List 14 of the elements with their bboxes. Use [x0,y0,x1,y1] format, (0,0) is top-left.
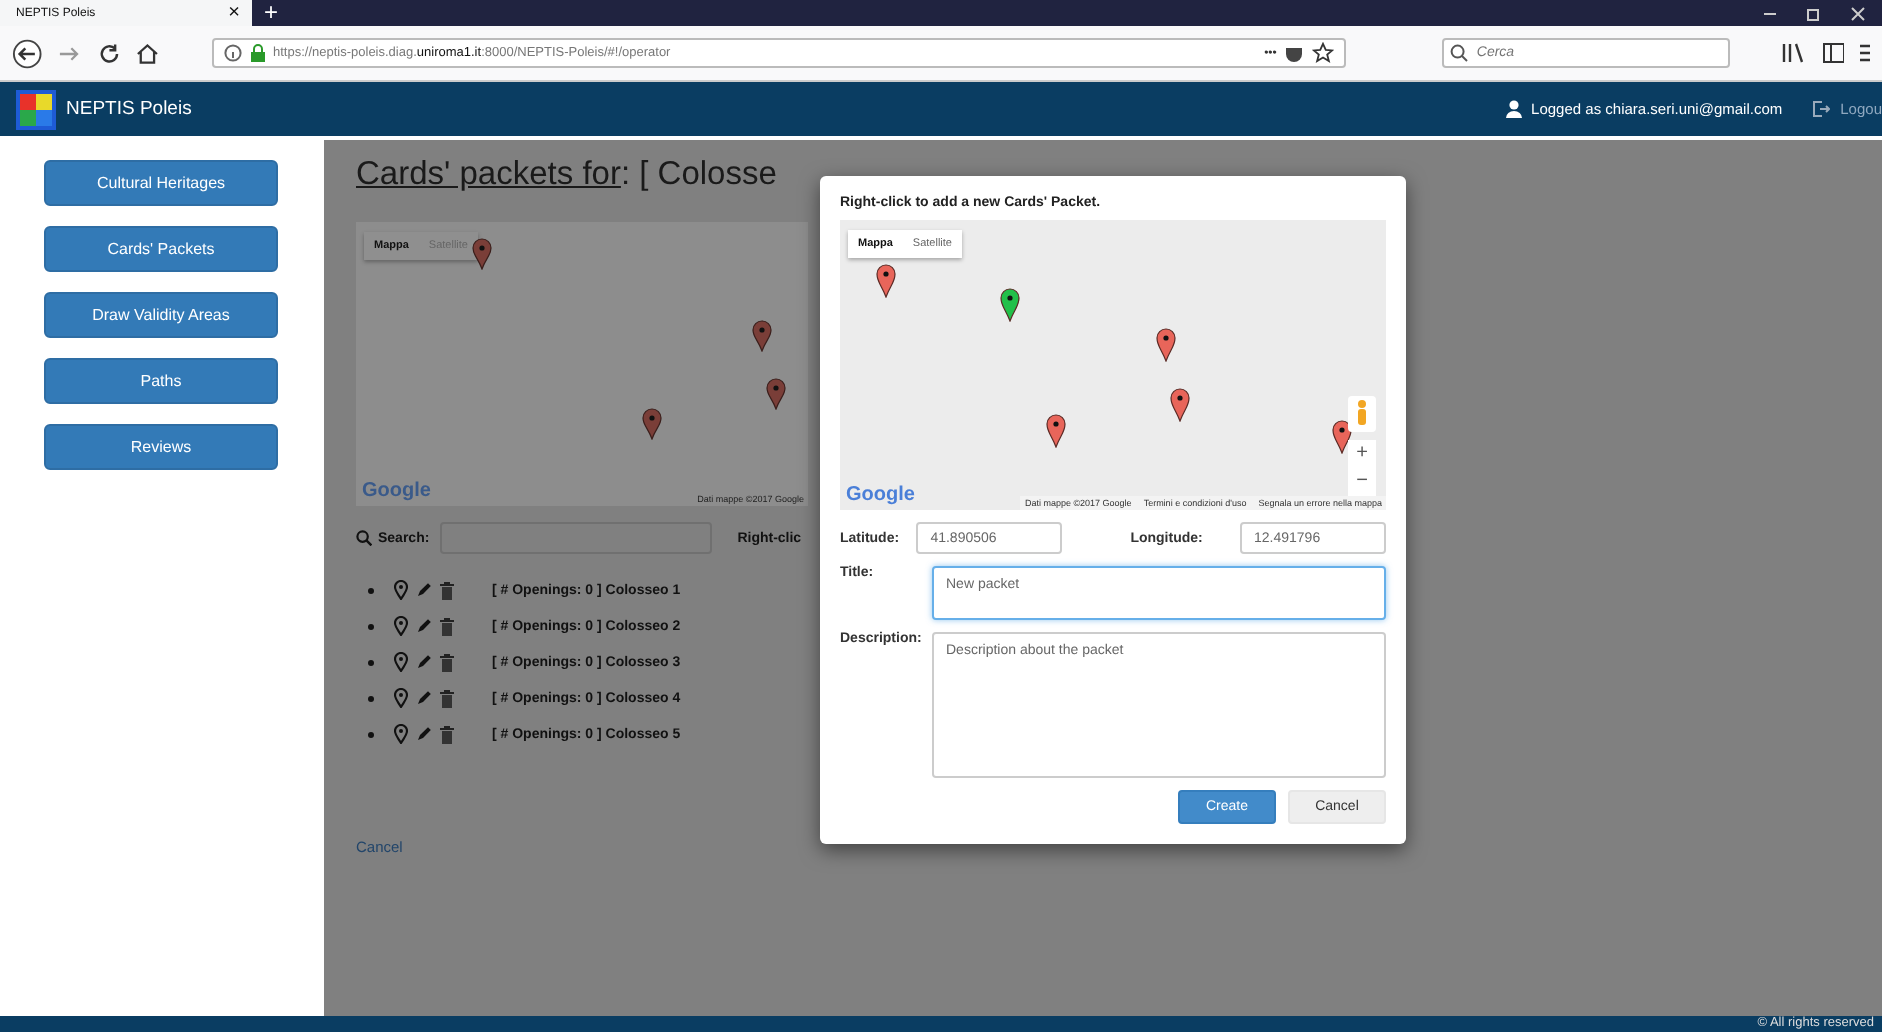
google-logo: Google [362,480,431,502]
google-logo: Google [846,484,915,506]
zoom-in-button[interactable]: + [1348,440,1376,468]
sidebar-button[interactable]: Draw Validity Areas [44,292,278,338]
app-brand[interactable]: NEPTIS Poleis [66,98,192,120]
zoom-out-button[interactable]: − [1348,468,1376,496]
sidebar-button[interactable]: Reviews [44,424,278,470]
sidebar-button[interactable]: Cultural Heritages [44,160,278,206]
title-link[interactable]: Cards' packets for [356,156,621,192]
new-tab-button[interactable]: + [264,0,279,26]
page-title: : [ Colosse [620,156,777,192]
close-tab-button[interactable]: × [228,3,240,23]
sidebar-button[interactable]: Paths [44,358,278,404]
sidebar-button[interactable]: Cards' Packets [44,226,278,272]
